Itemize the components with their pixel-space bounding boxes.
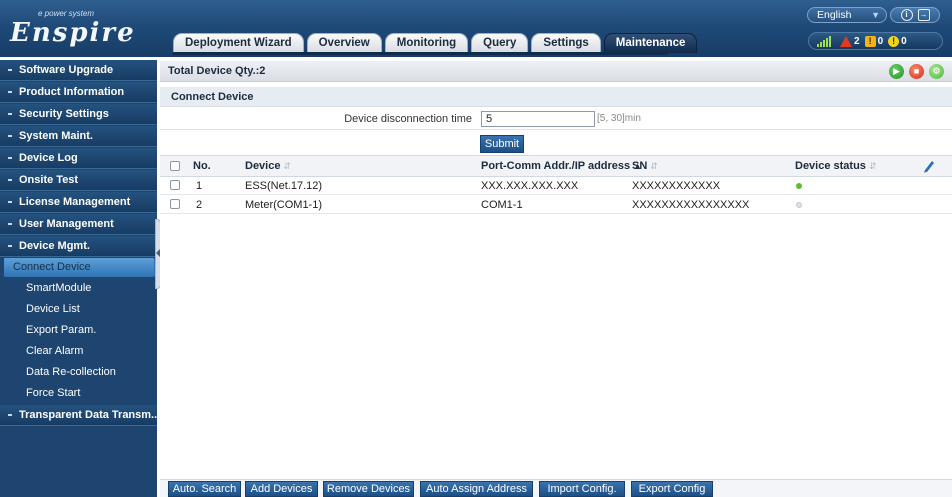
sidebar-item-product-information[interactable]: Product Information <box>0 82 157 103</box>
remove-devices-button[interactable]: Remove Devices <box>323 481 414 497</box>
tab-monitoring[interactable]: Monitoring <box>384 33 469 53</box>
auto-assign-address-button[interactable]: Auto Assign Address <box>420 481 533 497</box>
add-devices-button[interactable]: Add Devices <box>245 481 318 497</box>
header-action-group: i → <box>890 7 940 23</box>
sidebar-subitem-data-recollection[interactable]: Data Re-collection <box>0 362 157 383</box>
table-row[interactable]: 2 Meter(COM1-1) COM1-1 XXXXXXXXXXXXXXXX <box>160 196 952 214</box>
sort-icon: ⇵ <box>283 161 292 171</box>
sidebar-subitem-connect-device[interactable]: Connect Device <box>4 258 160 277</box>
column-address[interactable]: Port-Comm Addr./IP address ▲ <box>481 156 642 176</box>
sidebar-item-system-maint[interactable]: System Maint. <box>0 126 157 147</box>
main-nav-tabs: Deployment Wizard Overview Monitoring Qu… <box>173 33 700 53</box>
enspire-logo: e power system Enspire <box>8 6 152 50</box>
bottom-toolbar: Auto. Search Add Devices Remove Devices … <box>160 479 952 497</box>
critical-alarm-icon <box>840 35 852 47</box>
sidebar-item-software-upgrade[interactable]: Software Upgrade <box>0 60 157 81</box>
sidebar-item-license-management[interactable]: License Management <box>0 192 157 213</box>
major-alarm-count: 0 <box>877 35 884 47</box>
edit-columns-icon[interactable] <box>923 159 935 173</box>
critical-alarm-count: 2 <box>854 35 860 47</box>
row-device: ESS(Net.17.12) <box>245 180 323 192</box>
row-no: 2 <box>196 199 203 211</box>
sidebar-subitem-force-start[interactable]: Force Start <box>0 383 157 404</box>
total-device-qty: Total Device Qty.:2 <box>168 65 266 77</box>
help-icon[interactable]: i <box>900 9 913 21</box>
column-sn-label: SN <box>632 160 648 172</box>
tab-deployment-wizard[interactable]: Deployment Wizard <box>173 33 304 53</box>
chevron-down-icon: ▼ <box>871 10 880 20</box>
column-sn[interactable]: SN ⇵ <box>632 156 658 176</box>
status-offline-dot <box>796 202 802 208</box>
tab-maintenance[interactable]: Maintenance <box>603 33 698 53</box>
column-device[interactable]: Device ⇵ <box>245 156 291 176</box>
stop-icon[interactable]: ■ <box>909 64 924 79</box>
status-online-dot <box>796 183 802 189</box>
sort-icon: ⇵ <box>650 161 658 171</box>
row-sn: XXXXXXXXXXXXXXXX <box>632 199 750 211</box>
tab-query[interactable]: Query <box>471 33 529 53</box>
export-config-button[interactable]: Export Config <box>631 481 713 497</box>
minor-alarm[interactable]: ! 0 <box>888 35 907 47</box>
minor-alarm-count: 0 <box>901 35 907 47</box>
sidebar: Software Upgrade Product Information Sec… <box>0 60 160 497</box>
select-all-checkbox[interactable] <box>170 161 180 171</box>
disconnection-time-row: Device disconnection time [5, 30]min <box>160 108 952 130</box>
row-address: XXX.XXX.XXX.XXX <box>481 180 579 192</box>
play-icon[interactable]: ▶ <box>889 64 904 79</box>
sidebar-item-device-log[interactable]: Device Log <box>0 148 157 169</box>
row-device: Meter(COM1-1) <box>245 199 323 211</box>
critical-alarm[interactable]: 2 <box>840 35 860 47</box>
tab-overview[interactable]: Overview <box>306 33 382 53</box>
sidebar-subitem-clear-alarm[interactable]: Clear Alarm <box>0 341 157 362</box>
sidebar-item-security-settings[interactable]: Security Settings <box>0 104 157 125</box>
logo-wordmark: Enspire <box>10 18 136 48</box>
sidebar-item-onsite-test[interactable]: Onsite Test <box>0 170 157 191</box>
submit-button[interactable]: Submit <box>480 135 524 153</box>
sidebar-subitem-export-param[interactable]: Export Param. <box>0 320 157 341</box>
disconnection-time-range: [5, 30]min <box>597 113 641 124</box>
logout-icon[interactable]: → <box>917 9 930 21</box>
row-address: COM1-1 <box>481 199 523 211</box>
settings-icon[interactable]: ⚙ <box>929 64 944 79</box>
tab-underline <box>173 52 668 55</box>
sidebar-item-transparent-data[interactable]: Transparent Data Transm... <box>0 405 157 426</box>
column-device-label: Device <box>245 160 281 172</box>
major-alarm[interactable]: ! 0 <box>864 35 884 47</box>
major-alarm-icon: ! <box>864 35 876 47</box>
app-header: e power system Enspire Deployment Wizard… <box>0 0 952 57</box>
sort-icon: ⇵ <box>868 161 877 171</box>
column-device-status[interactable]: Device status ⇵ <box>795 156 876 176</box>
sidebar-item-user-management[interactable]: User Management <box>0 214 157 235</box>
auto-search-button[interactable]: Auto. Search <box>168 481 241 497</box>
column-address-label: Port-Comm Addr./IP address <box>481 160 631 172</box>
language-value: English <box>817 9 852 21</box>
page-title-bar: Total Device Qty.:2 ▶ ■ ⚙ <box>160 61 952 82</box>
row-sn: XXXXXXXXXXXX <box>632 180 721 192</box>
column-no: No. <box>193 156 211 176</box>
disconnection-time-input[interactable] <box>481 111 595 127</box>
row-checkbox[interactable] <box>170 199 180 209</box>
language-select[interactable]: English ▼ <box>807 7 887 23</box>
sidebar-item-device-mgmt[interactable]: Device Mgmt. <box>0 236 157 257</box>
row-no: 1 <box>196 180 203 192</box>
tab-settings[interactable]: Settings <box>531 33 601 53</box>
column-no-label: No. <box>193 160 211 172</box>
alarm-status-bar: 2 ! 0 ! 0 <box>808 32 943 50</box>
sidebar-subitem-smartmodule[interactable]: SmartModule <box>0 278 157 299</box>
main-content: Total Device Qty.:2 ▶ ■ ⚙ Connect Device… <box>160 60 952 497</box>
minor-alarm-icon: ! <box>888 35 900 47</box>
sidebar-subitem-device-list[interactable]: Device List <box>0 299 157 320</box>
table-row[interactable]: 1 ESS(Net.17.12) XXX.XXX.XXX.XXX XXXXXXX… <box>160 177 952 195</box>
title-action-icons: ▶ ■ ⚙ <box>889 64 944 79</box>
row-checkbox[interactable] <box>170 180 180 190</box>
section-title: Connect Device <box>160 87 952 107</box>
column-status-label: Device status <box>795 160 866 172</box>
import-config-button[interactable]: Import Config. <box>539 481 625 497</box>
device-table-header: No. Device ⇵ Port-Comm Addr./IP address ▲ … <box>160 155 952 177</box>
signal-strength-icon <box>817 35 831 47</box>
disconnection-time-label: Device disconnection time <box>344 113 472 125</box>
logo-tagline: e power system <box>38 9 95 18</box>
